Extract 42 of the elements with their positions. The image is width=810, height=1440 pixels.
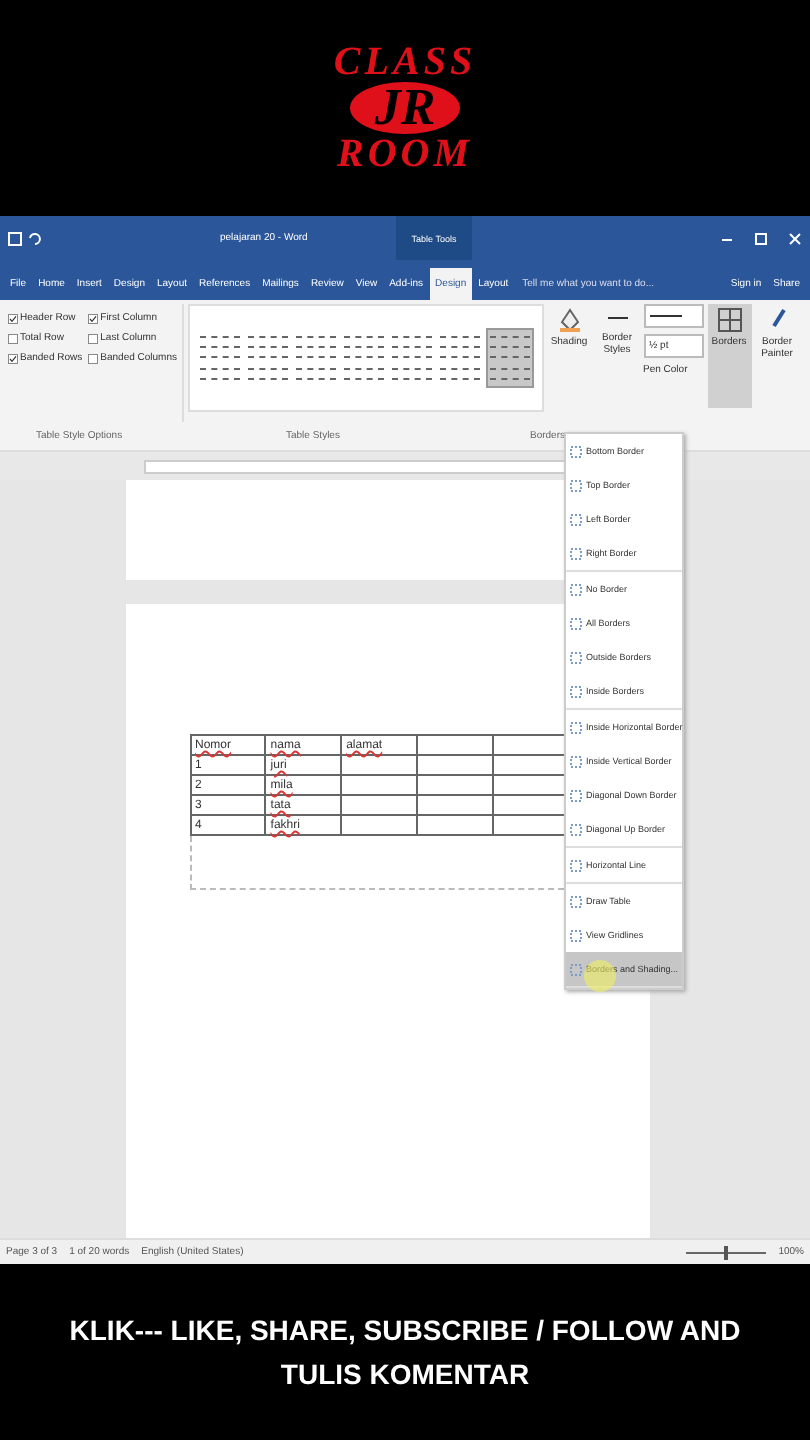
table-style-thumbnail[interactable] — [389, 330, 433, 386]
checkbox-icon[interactable] — [8, 313, 18, 323]
border-icon — [570, 479, 582, 491]
logo-text: JR — [350, 82, 460, 134]
table-style-thumbnail[interactable] — [341, 330, 385, 386]
close-icon[interactable] — [788, 231, 802, 245]
checkbox-icon[interactable] — [88, 353, 99, 363]
border-icon — [570, 617, 582, 629]
border-icon — [570, 583, 582, 595]
checkbox-icon[interactable] — [88, 333, 99, 343]
table-style-thumbnail[interactable] — [197, 330, 241, 386]
brush-icon — [767, 308, 787, 332]
border-icon — [570, 513, 582, 525]
save-icon[interactable] — [8, 231, 22, 245]
border-icon — [570, 445, 582, 457]
maximize-icon[interactable] — [754, 231, 768, 245]
checkbox-icon[interactable] — [88, 313, 99, 323]
table-style-thumbnail[interactable] — [293, 330, 337, 386]
checkbox-icon[interactable] — [8, 353, 18, 363]
border-icon — [570, 823, 582, 835]
checkbox-icon[interactable] — [8, 333, 18, 343]
border-icon — [570, 651, 582, 663]
table-style-thumbnail[interactable] — [437, 330, 481, 386]
line-icon — [649, 312, 681, 320]
table-style-thumbnail[interactable] — [485, 328, 533, 388]
paint-bucket-icon — [559, 308, 579, 332]
caption-text: KLIK--- LIKE, SHARE, SUBSCRIBE / FOLLOW AND TULIS KOMENTAR — [67, 1311, 743, 1394]
border-icon — [570, 755, 582, 767]
border-icon — [570, 685, 582, 697]
zoom-slider[interactable] — [724, 1245, 729, 1259]
undo-icon[interactable] — [28, 231, 42, 245]
border-icon — [570, 859, 582, 871]
logo-text: CLASS — [333, 42, 477, 82]
logo-text: ROOM — [336, 134, 473, 174]
table-style-thumbnail[interactable] — [245, 330, 289, 386]
border-icon — [570, 547, 582, 559]
border-icon — [570, 789, 582, 801]
border-icon — [570, 721, 582, 733]
line-style-dropdown[interactable] — [643, 304, 703, 328]
border-icon — [570, 929, 582, 941]
border-icon — [570, 895, 582, 907]
grid-icon — [717, 308, 741, 332]
